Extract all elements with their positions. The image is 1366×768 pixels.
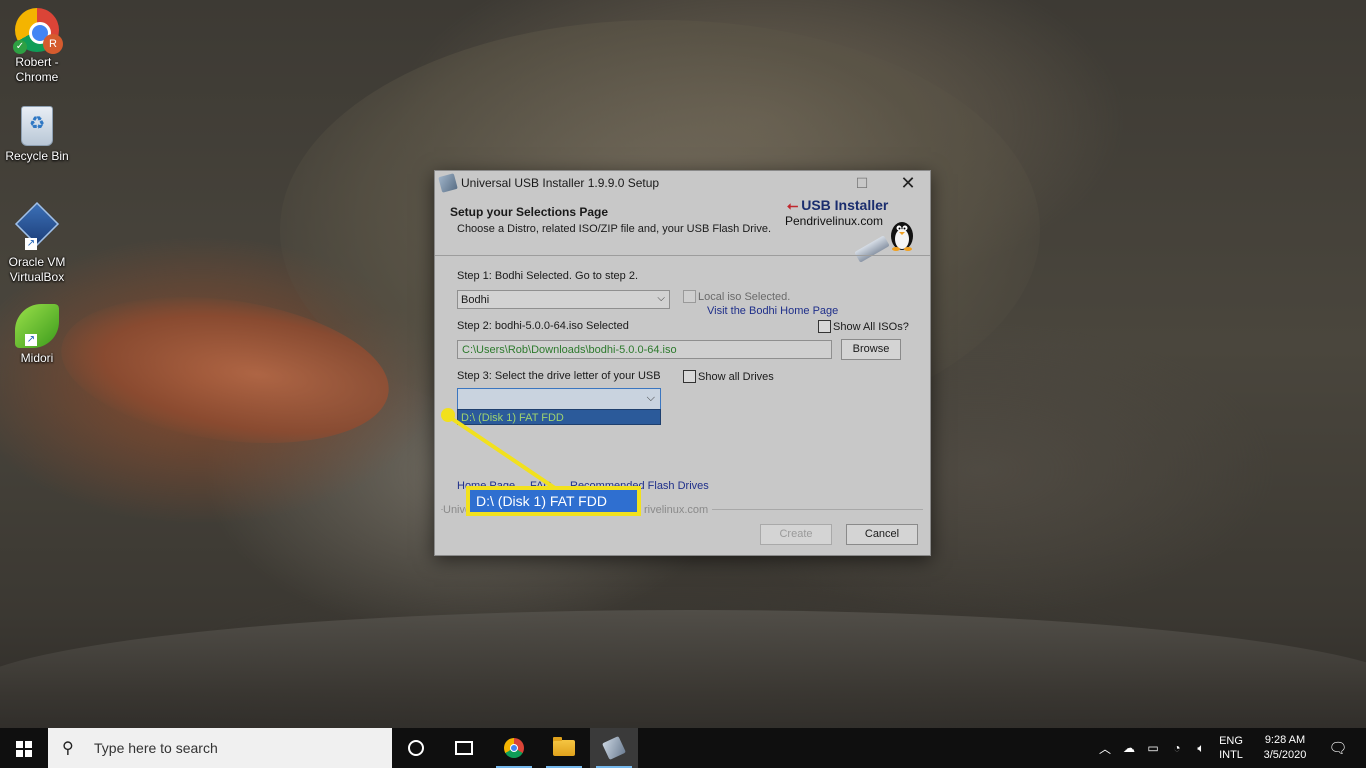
create-button[interactable]: Create bbox=[760, 524, 832, 545]
show-all-drives-label: Show all Drives bbox=[698, 371, 774, 383]
step3-label: Step 3: Select the drive letter of your … bbox=[457, 370, 661, 382]
shortcut-arrow-icon: ↗ bbox=[25, 334, 37, 346]
page-subtitle: Choose a Distro, related ISO/ZIP file an… bbox=[457, 223, 772, 235]
usb-stick-icon bbox=[854, 235, 890, 263]
step1-label: Step 1: Bodhi Selected. Go to step 2. bbox=[457, 270, 639, 282]
clock-time: 9:28 AM bbox=[1264, 734, 1306, 746]
dialog-header: Setup your Selections Page Choose a Dist… bbox=[435, 195, 930, 263]
desktop-icon-label: Recycle Bin bbox=[5, 149, 69, 163]
show-all-drives-checkbox[interactable] bbox=[683, 370, 696, 383]
chrome-icon bbox=[504, 738, 524, 758]
taskbar-file-explorer[interactable] bbox=[540, 728, 588, 768]
search-icon: ⚲ bbox=[62, 740, 74, 757]
language-code: ENG bbox=[1219, 735, 1243, 747]
desktop-icon-label: Oracle VM VirtualBox bbox=[8, 255, 66, 284]
recycle-bin-icon bbox=[21, 106, 53, 146]
distro-select-value: Bodhi bbox=[461, 294, 490, 306]
desktop-icon-midori[interactable]: ↗ Midori bbox=[2, 304, 72, 366]
keyboard-layout: INTL bbox=[1219, 749, 1243, 761]
taskbar: ⚲ Type here to search ︿ ☁ ▭ ◔ 🔈︎ ENG INT… bbox=[0, 728, 1366, 768]
distro-select[interactable]: Bodhi ⌵ bbox=[457, 290, 670, 309]
cortana-circle-icon bbox=[408, 740, 424, 756]
usb-installer-icon bbox=[602, 736, 626, 760]
chevron-down-icon: ⌵ bbox=[646, 392, 655, 404]
close-icon[interactable]: ✕ bbox=[885, 171, 931, 195]
callout-text: D:\ (Disk 1) FAT FDD bbox=[470, 490, 637, 512]
virtualbox-icon bbox=[14, 201, 60, 247]
show-all-isos-label: Show All ISOs? bbox=[833, 321, 909, 333]
onedrive-warning-icon[interactable]: ☁ bbox=[1118, 728, 1140, 768]
penguin-icon bbox=[891, 222, 913, 251]
browse-button[interactable]: Browse bbox=[841, 339, 901, 360]
task-view-icon bbox=[455, 741, 473, 755]
chevron-up-icon: ︿ bbox=[1098, 741, 1111, 756]
taskbar-usb-installer[interactable] bbox=[590, 728, 638, 768]
start-button[interactable] bbox=[0, 728, 48, 768]
clock[interactable]: 9:28 AM 3/5/2020 bbox=[1254, 728, 1316, 768]
taskbar-chrome[interactable] bbox=[490, 728, 538, 768]
sync-check-icon: ✓ bbox=[13, 40, 27, 54]
header-divider bbox=[435, 255, 930, 256]
midori-icon: ↗ bbox=[15, 304, 59, 348]
local-iso-checkbox[interactable] bbox=[683, 290, 696, 303]
desktop-icon-label: Midori bbox=[20, 351, 54, 365]
drive-select[interactable]: ⌵ bbox=[457, 388, 661, 410]
page-title: Setup your Selections Page bbox=[450, 205, 609, 219]
desktop-icon-virtualbox[interactable]: ↗ Oracle VM VirtualBox bbox=[2, 201, 72, 285]
show-all-isos-checkbox[interactable] bbox=[818, 320, 831, 333]
search-placeholder: Type here to search bbox=[94, 740, 218, 756]
volume-icon[interactable]: 🔈︎ bbox=[1190, 728, 1212, 768]
footer-brand-right: rivelinux.com bbox=[640, 504, 713, 516]
local-iso-label: Local iso Selected. bbox=[698, 291, 791, 303]
clock-date: 3/5/2020 bbox=[1263, 749, 1307, 761]
folder-icon bbox=[553, 737, 575, 756]
desktop-icon-recycle-bin[interactable]: Recycle Bin bbox=[2, 106, 72, 164]
chrome-icon: ✓ R bbox=[13, 8, 63, 54]
usb-plug-icon: ⭠ bbox=[787, 197, 799, 213]
usb-installer-app-icon bbox=[438, 173, 458, 193]
window-title: Universal USB Installer 1.9.9.0 Setup bbox=[461, 176, 660, 190]
battery-icon[interactable]: ▭ bbox=[1142, 728, 1164, 768]
taskbar-search[interactable]: ⚲ Type here to search bbox=[48, 728, 392, 768]
chevron-down-icon: ⌵ bbox=[657, 293, 665, 304]
shortcut-arrow-icon: ↗ bbox=[25, 238, 37, 250]
usb-installer-logo: ⭠ USB Installer bbox=[787, 197, 889, 213]
callout-highlight: D:\ (Disk 1) FAT FDD bbox=[466, 486, 641, 516]
drive-option[interactable]: D:\ (Disk 1) FAT FDD bbox=[457, 409, 661, 425]
cortana-button[interactable] bbox=[392, 728, 440, 768]
input-language[interactable]: ENG INTL bbox=[1212, 728, 1250, 768]
windows-logo-icon bbox=[16, 741, 32, 757]
profile-badge: R bbox=[43, 34, 63, 54]
task-view-button[interactable] bbox=[440, 728, 488, 768]
maximize-icon[interactable]: ☐ bbox=[839, 171, 885, 195]
cancel-button[interactable]: Cancel bbox=[846, 524, 918, 545]
title-bar[interactable]: Universal USB Installer 1.9.9.0 Setup ☐ … bbox=[435, 171, 930, 195]
desktop-icon-robert-chrome[interactable]: ✓ R Robert - Chrome bbox=[2, 8, 72, 85]
desktop-icon-label: Robert - Chrome bbox=[15, 55, 59, 84]
notifications-icon[interactable]: 🗨︎ bbox=[1318, 728, 1358, 768]
wifi-icon[interactable]: ◔ bbox=[1166, 728, 1188, 768]
logo-site-text: Pendrivelinux.com bbox=[785, 214, 884, 228]
step2-label: Step 2: bodhi-5.0.0-64.iso Selected bbox=[457, 320, 629, 332]
iso-path-field[interactable]: C:\Users\Rob\Downloads\bodhi-5.0.0-64.is… bbox=[457, 340, 832, 359]
home-page-link[interactable]: Visit the Bodhi Home Page bbox=[707, 305, 838, 317]
show-hidden-icons-button[interactable]: ︿ bbox=[1096, 728, 1114, 768]
